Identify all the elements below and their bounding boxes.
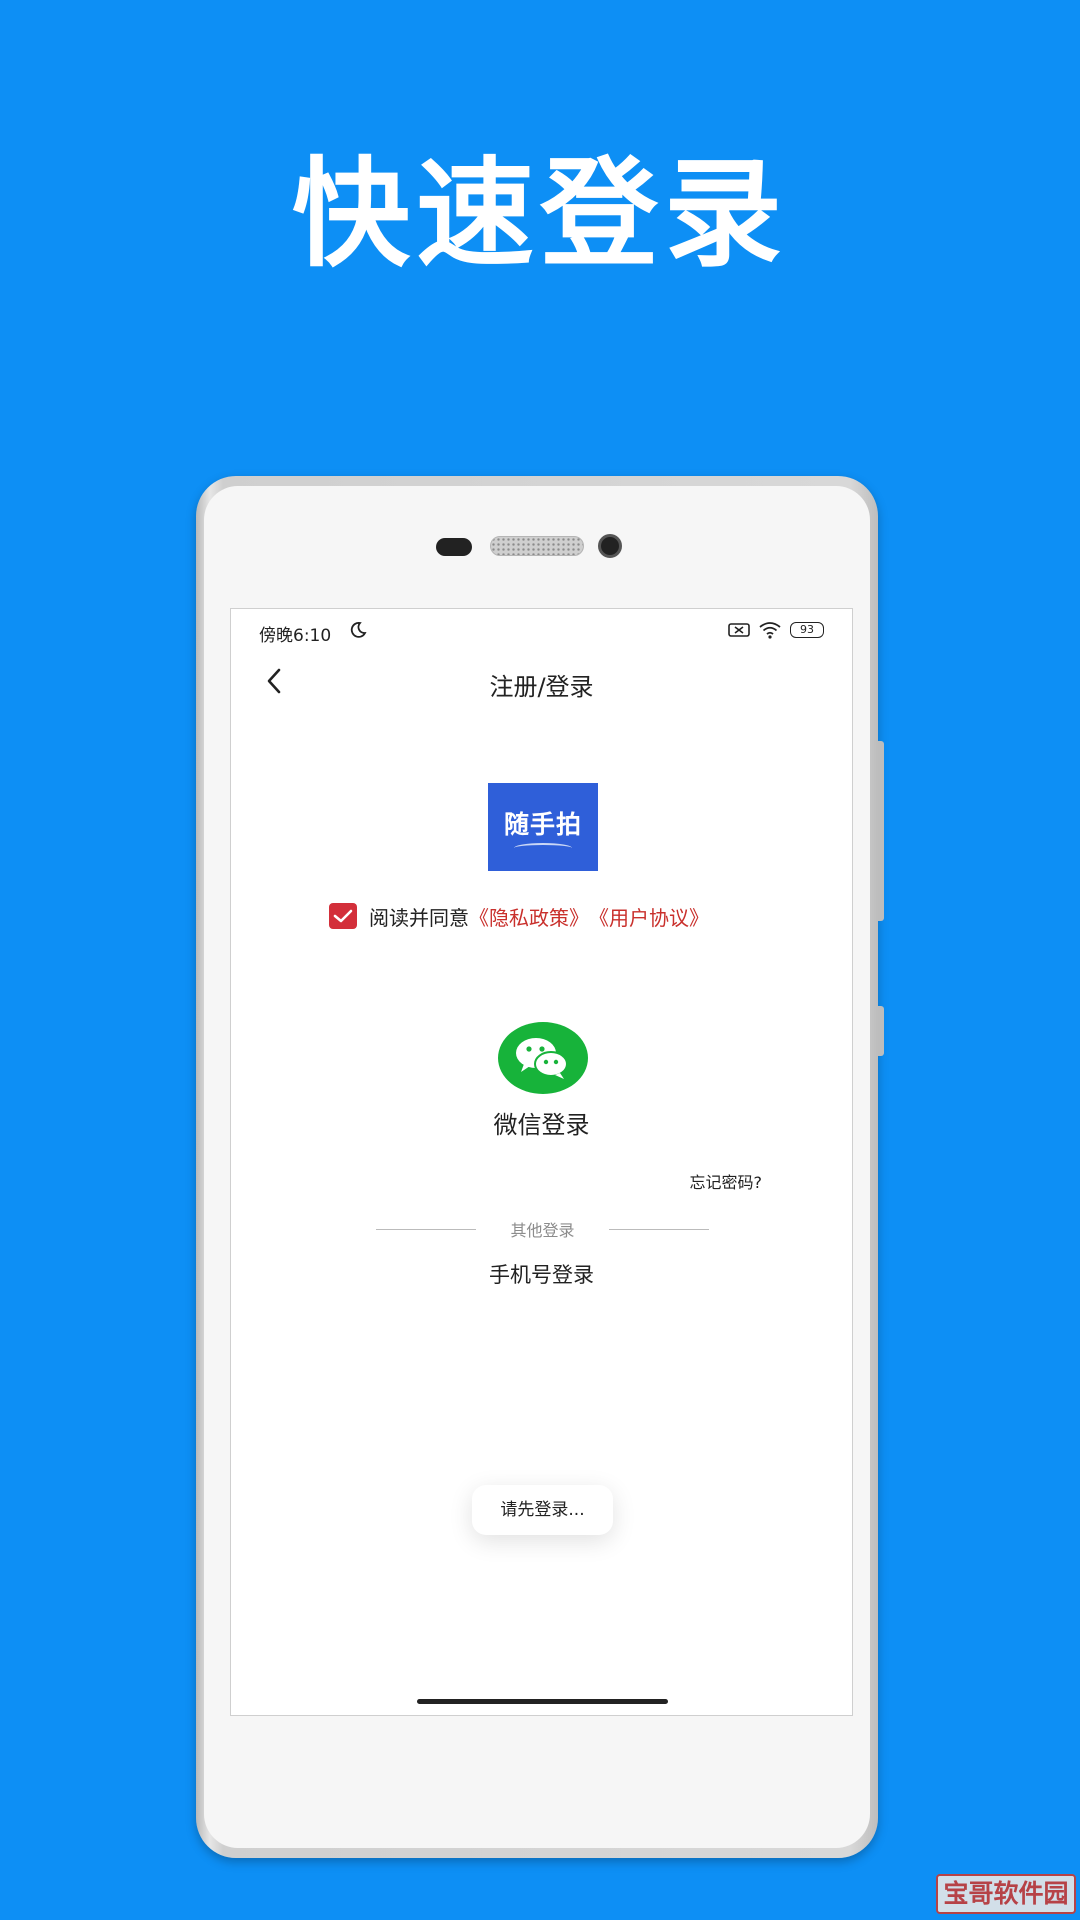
home-indicator[interactable] — [417, 1699, 668, 1704]
volume-button — [878, 741, 884, 921]
phone-login-button[interactable]: 手机号登录 — [231, 1259, 852, 1289]
sensor — [436, 538, 472, 556]
status-time: 傍晚6:10 — [259, 626, 332, 646]
app-logo-arc — [514, 843, 572, 853]
forgot-password-link[interactable]: 忘记密码? — [690, 1169, 763, 1193]
page-title: 注册/登录 — [489, 673, 594, 701]
nav-bar: 注册/登录 — [231, 653, 852, 709]
other-login-divider: 其他登录 — [376, 1217, 709, 1241]
agreement-text: 阅读并同意 — [369, 905, 469, 930]
no-sim-icon — [728, 623, 750, 637]
wechat-login-label[interactable]: 微信登录 — [231, 1105, 852, 1140]
wechat-icon[interactable] — [498, 1022, 588, 1094]
promo-title: 快速登录 — [291, 145, 788, 283]
privacy-policy-link[interactable]: 《隐私政策》 — [469, 902, 589, 931]
divider-line-left — [376, 1228, 476, 1230]
battery-level: 93 — [800, 623, 814, 636]
earpiece-speaker — [490, 536, 584, 556]
agreement-checkbox[interactable] — [329, 903, 357, 929]
wifi-icon — [759, 622, 781, 639]
phone-screen: 傍晚6:10 93 注册/登录 随手拍 阅读并同意 《隐私政策》 《用户协议》 … — [230, 608, 853, 1716]
toast-message: 请先登录... — [472, 1485, 613, 1535]
agreement-row: 阅读并同意 《隐私政策》 《用户协议》 — [329, 901, 709, 931]
power-button — [878, 1006, 884, 1056]
status-bar: 傍晚6:10 93 — [231, 609, 852, 653]
battery-icon: 93 — [790, 622, 824, 638]
user-agreement-link[interactable]: 《用户协议》 — [589, 902, 709, 931]
watermark-logo: 宝哥软件园 — [936, 1874, 1076, 1914]
moon-icon — [350, 622, 367, 638]
checkbox-checked-icon — [333, 909, 353, 923]
app-logo: 随手拍 — [488, 783, 598, 871]
status-icons: 93 — [728, 621, 824, 639]
app-logo-text: 随手拍 — [503, 810, 582, 839]
front-camera — [598, 534, 622, 558]
divider-line-right — [608, 1228, 709, 1230]
other-login-label: 其他登录 — [510, 1221, 575, 1240]
